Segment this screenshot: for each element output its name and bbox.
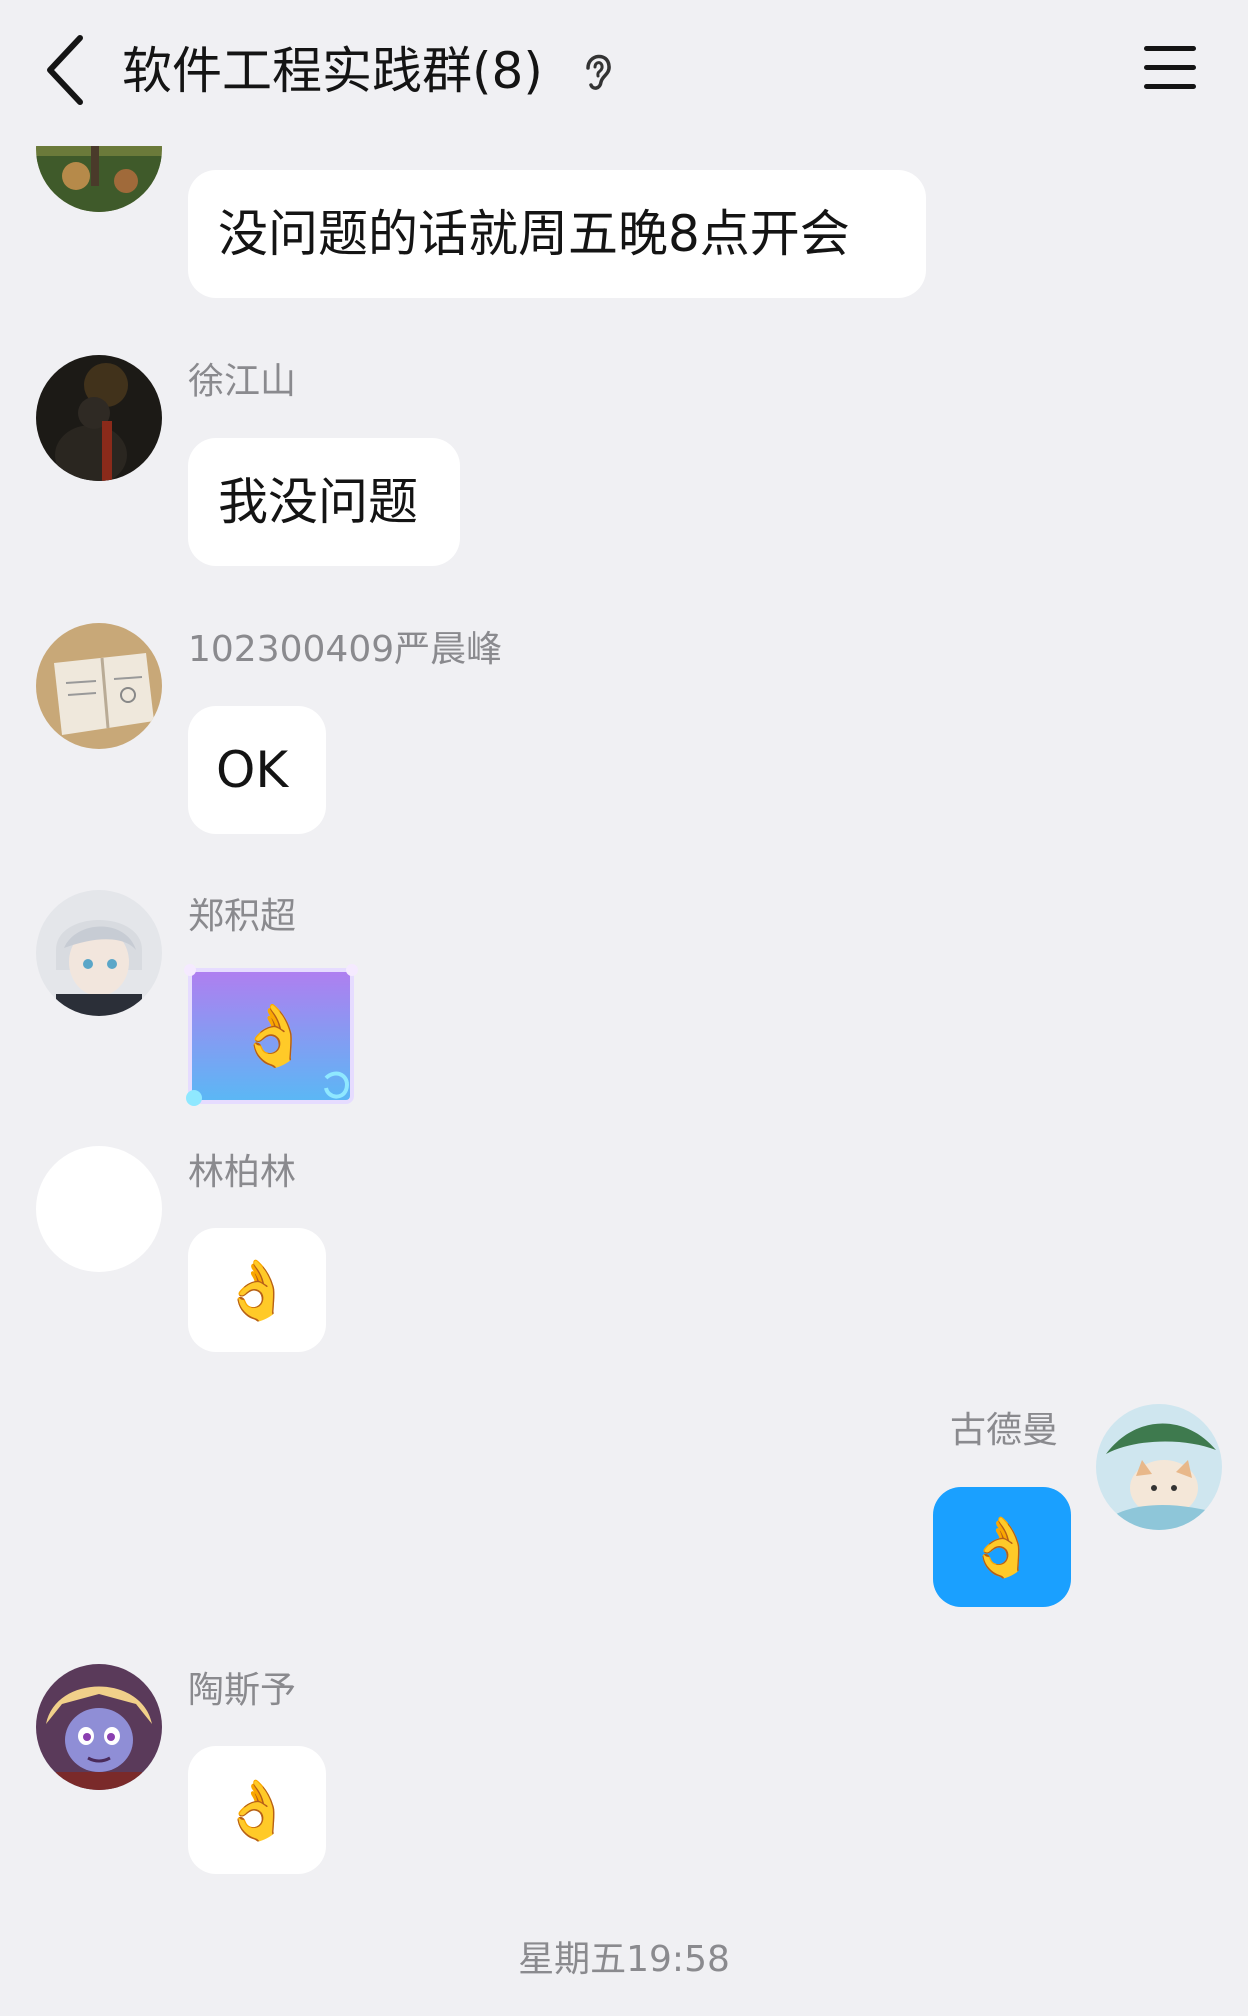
back-arrow-icon[interactable] bbox=[38, 30, 98, 110]
message-bubble[interactable]: 我没问题 bbox=[188, 438, 460, 566]
avatar-image bbox=[1096, 1404, 1222, 1530]
avatar-image bbox=[36, 355, 162, 481]
sender-name: 郑积超 bbox=[188, 896, 297, 937]
sticker-message[interactable]: 👌 bbox=[176, 958, 366, 1118]
avatar[interactable] bbox=[36, 355, 162, 481]
message-bubble[interactable]: 没问题的话就周五晚8点开会 bbox=[188, 170, 926, 298]
sender-name: 陶斯予 bbox=[188, 1670, 297, 1711]
chat-header: 软件工程实践群(8) bbox=[0, 0, 1248, 142]
sticker-emoji: 👌 bbox=[236, 1001, 311, 1071]
avatar[interactable] bbox=[1096, 1404, 1222, 1530]
message-bubble[interactable]: OK bbox=[188, 706, 326, 834]
menu-icon[interactable] bbox=[1140, 38, 1200, 98]
message-bubble[interactable]: 👌 bbox=[933, 1487, 1071, 1607]
ear-icon[interactable] bbox=[578, 48, 618, 94]
message-bubble[interactable]: 👌 bbox=[188, 1746, 326, 1874]
sender-name: 102300409严晨峰 bbox=[188, 629, 503, 670]
chat-title[interactable]: 软件工程实践群(8) bbox=[122, 34, 543, 108]
avatar[interactable] bbox=[36, 623, 162, 749]
avatar[interactable] bbox=[36, 1146, 162, 1272]
sender-name: 林柏林 bbox=[188, 1152, 297, 1193]
avatar[interactable] bbox=[36, 890, 162, 1016]
sender-name: 徐江山 bbox=[188, 361, 297, 402]
avatar-image bbox=[36, 623, 162, 749]
message-timestamp: 星期五19:58 bbox=[518, 1939, 730, 1980]
avatar-image bbox=[36, 1664, 162, 1790]
sender-name: 古德曼 bbox=[949, 1410, 1058, 1451]
avatar[interactable] bbox=[36, 1664, 162, 1790]
avatar-image bbox=[36, 890, 162, 1016]
message-bubble[interactable]: 👌 bbox=[188, 1228, 326, 1352]
